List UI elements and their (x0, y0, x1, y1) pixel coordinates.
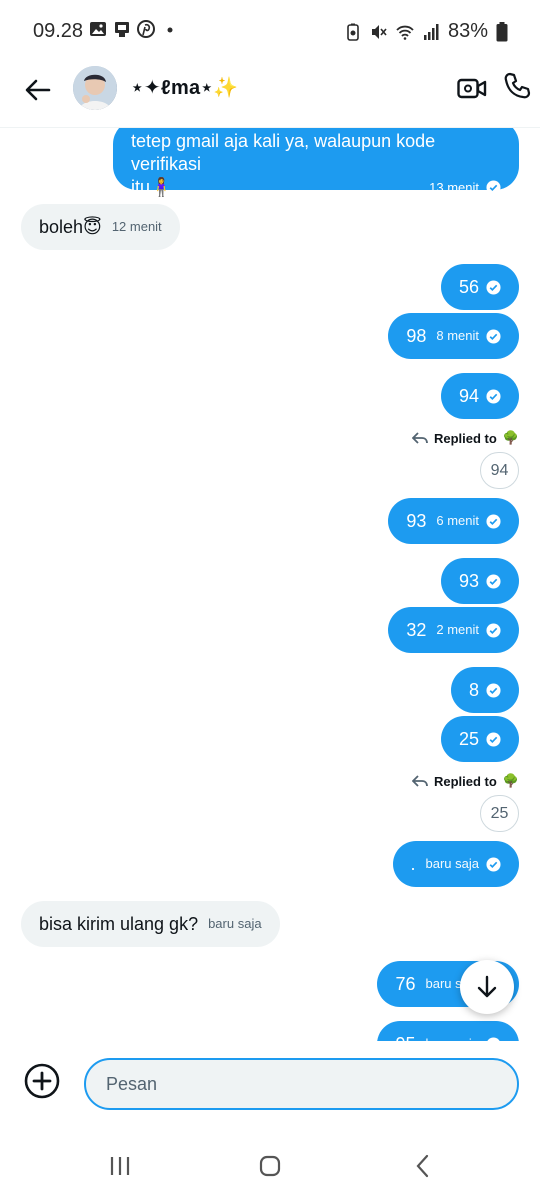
message-text: bisa kirim ulang gk? (39, 914, 199, 934)
battery-saver-icon (347, 23, 359, 41)
replied-to-label: Replied to 🌳 (411, 773, 519, 789)
message-text: 56 (458, 277, 479, 297)
message-outgoing[interactable]: 25 (440, 716, 519, 762)
message-input[interactable] (84, 1058, 519, 1110)
status-left-icons (89, 20, 179, 38)
message-list[interactable]: tetep gmail aja kali ya, walaupun kode v… (0, 128, 540, 1041)
read-check-icon (486, 180, 501, 195)
reply-icon (411, 775, 428, 787)
message-outgoing[interactable]: 93 6 menit (388, 498, 519, 544)
read-check-icon (486, 513, 501, 529)
back-chevron-icon (416, 1154, 429, 1178)
plus-circle-icon (24, 1063, 60, 1099)
status-right-icons: 83% (344, 20, 508, 43)
read-check-icon (486, 388, 501, 404)
message-outgoing[interactable]: 8 (450, 667, 519, 713)
message-time: 6 menit (436, 513, 479, 528)
replied-to-emoji: 🌳 (502, 430, 519, 445)
message-time: 2 menit (436, 622, 479, 637)
read-check-icon (486, 856, 501, 872)
quoted-message[interactable]: 94 (480, 452, 519, 489)
status-bar: 09.28 83% (0, 0, 540, 62)
message-time: baru saja (425, 856, 479, 871)
avatar-image (73, 66, 117, 110)
scroll-to-bottom-button[interactable] (460, 960, 514, 1014)
message-text: 76 (395, 974, 416, 994)
message-text: boleh😇 (39, 217, 102, 237)
message-text: tetep gmail aja kali ya, walaupun kode v… (131, 131, 436, 174)
dot-icon (167, 27, 173, 33)
message-text-continued: itu🧍‍♀️ (131, 177, 173, 197)
battery-icon (496, 21, 508, 41)
message-text: 93 (406, 511, 427, 531)
message-text: 95 (395, 1032, 415, 1041)
replied-to-text: Replied to (433, 430, 497, 446)
phone-icon (504, 72, 531, 99)
signal-icon (423, 23, 439, 40)
home-button[interactable] (250, 1151, 290, 1181)
message-time: 8 menit (436, 328, 479, 343)
message-outgoing[interactable]: 95 baru saja (377, 1021, 519, 1041)
replied-to-emoji: 🌳 (502, 773, 519, 788)
read-check-icon (486, 682, 501, 698)
avatar[interactable] (73, 66, 117, 110)
contact-name[interactable]: ⋆✦ℓma⋆✨ (131, 75, 238, 100)
message-incoming[interactable]: boleh😇 12 menit (21, 204, 180, 250)
gallery-icon (90, 22, 106, 36)
message-composer (0, 1041, 540, 1131)
arrow-down-icon (477, 975, 497, 998)
message-time: baru saja (208, 916, 262, 931)
status-time: 09.28 (33, 20, 84, 42)
message-outgoing[interactable]: 56 (440, 264, 519, 310)
phone-call-button[interactable] (503, 71, 533, 101)
message-outgoing[interactable]: . baru saja (392, 841, 519, 887)
replied-to-label: Replied to 🌳 (411, 430, 519, 446)
battery-percentage: 83% (447, 20, 488, 42)
back-button[interactable] (22, 74, 54, 106)
message-text: 93 (458, 571, 479, 591)
home-icon (259, 1155, 281, 1177)
reply-icon (411, 432, 428, 444)
message-incoming[interactable]: bisa kirim ulang gk? baru saja (21, 901, 280, 947)
message-text: 25 (458, 729, 479, 749)
read-check-icon (486, 731, 501, 747)
conversation-header: ⋆✦ℓma⋆✨ (0, 62, 540, 128)
read-check-icon (486, 573, 501, 589)
add-media-button[interactable] (24, 1063, 60, 1099)
message-outgoing[interactable]: tetep gmail aja kali ya, walaupun kode v… (113, 128, 519, 197)
system-nav-bar (0, 1131, 540, 1199)
read-check-icon (486, 328, 501, 344)
message-outgoing[interactable]: 93 (440, 558, 519, 604)
replied-to-text: Replied to (433, 773, 497, 789)
notification-icon (115, 22, 129, 37)
message-text: 8 (468, 680, 479, 700)
arrow-left-icon (25, 79, 51, 101)
recent-apps-button[interactable] (100, 1151, 140, 1181)
message-text: 32 (406, 620, 427, 640)
wifi-icon (396, 25, 414, 40)
quoted-message[interactable]: 25 (480, 795, 519, 832)
message-text: 98 (406, 326, 427, 346)
message-time: 12 menit (111, 219, 162, 234)
message-text: . (410, 854, 416, 874)
message-outgoing[interactable]: 32 2 menit (388, 607, 519, 653)
back-nav-button[interactable] (403, 1151, 443, 1181)
video-call-icon (457, 78, 487, 99)
message-text: 94 (458, 386, 479, 406)
read-check-icon (486, 279, 501, 295)
message-time: 13 menit (429, 180, 479, 195)
read-check-icon (486, 622, 501, 638)
message-outgoing[interactable]: 98 8 menit (388, 313, 519, 359)
mute-icon (371, 24, 387, 39)
recent-apps-icon (110, 1157, 130, 1175)
video-call-button[interactable] (456, 72, 488, 104)
message-time: baru saja (426, 1032, 479, 1041)
message-outgoing[interactable]: 94 (440, 373, 519, 419)
pinterest-icon (137, 20, 155, 38)
